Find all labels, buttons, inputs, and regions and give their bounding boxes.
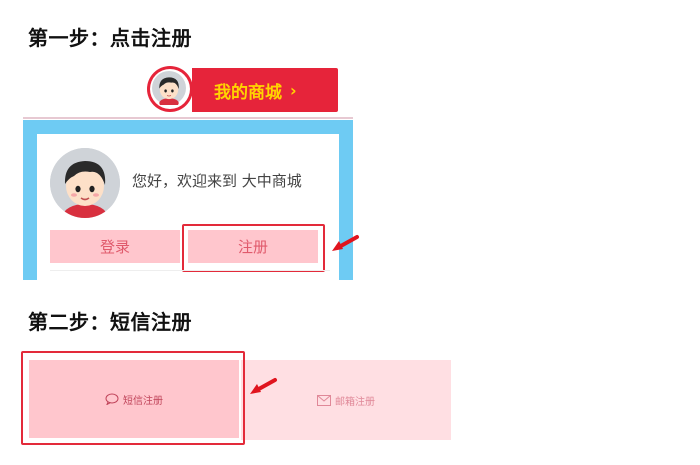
register-highlight-box [182, 224, 325, 272]
sms-highlight-box [21, 351, 245, 445]
email-register-tab[interactable]: 邮箱注册 [241, 360, 451, 440]
avatar-face-icon [50, 148, 120, 218]
welcome-text: 您好，欢迎来到 大中商城 [132, 172, 302, 190]
chevron-right-icon: › [290, 80, 297, 100]
red-arrow-icon [332, 235, 359, 251]
avatar-face-icon [152, 71, 186, 108]
step1-heading: 第一步：点击注册 [28, 26, 192, 50]
step2-heading: 第二步：短信注册 [28, 310, 192, 334]
red-arrow-icon [250, 378, 277, 394]
email-register-label: 邮箱注册 [335, 396, 375, 408]
avatar [147, 66, 193, 112]
login-button[interactable]: 登录 [50, 230, 180, 263]
panel-top-line [23, 117, 353, 119]
my-mall-button[interactable]: 我的商城 › [192, 68, 338, 112]
envelope-icon [317, 394, 331, 406]
my-mall-label: 我的商城 [214, 82, 282, 103]
panel-divider [50, 270, 330, 271]
user-avatar [50, 148, 120, 218]
